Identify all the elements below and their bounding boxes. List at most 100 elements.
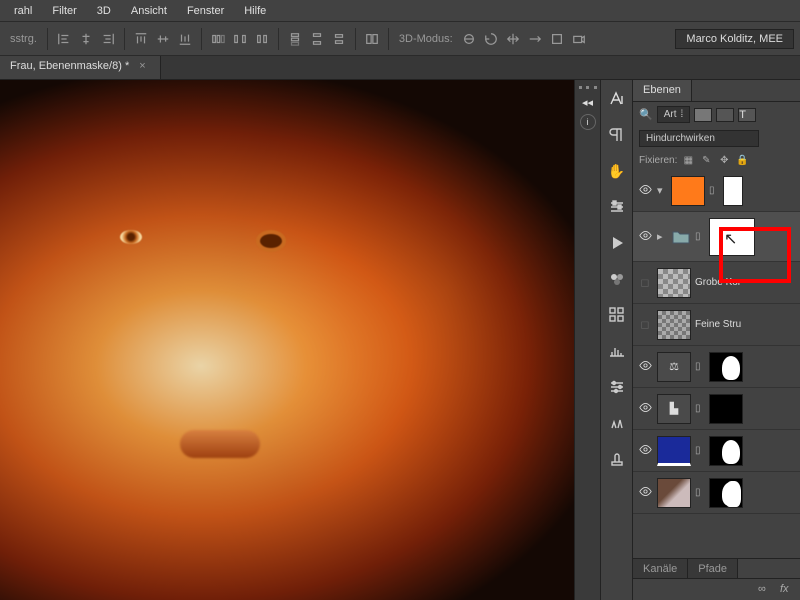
grid-icon[interactable] [606, 304, 628, 326]
histogram-icon[interactable] [606, 340, 628, 362]
menu-item[interactable]: rahl [4, 5, 42, 17]
distribute-v2-icon[interactable] [307, 29, 327, 49]
play-icon[interactable] [606, 232, 628, 254]
distribute-v-icon[interactable] [285, 29, 305, 49]
stamp-icon[interactable] [606, 448, 628, 470]
distribute-v3-icon[interactable] [329, 29, 349, 49]
filter-pixel-icon[interactable] [694, 108, 712, 122]
layer-mask-thumbnail[interactable]: ↖ [709, 218, 755, 256]
menu-item[interactable]: Ansicht [121, 5, 177, 17]
layer-thumbnail[interactable] [657, 436, 691, 466]
layer-mask-thumbnail[interactable] [709, 436, 743, 466]
document-tabs: Frau, Ebenenmaske/8) * [0, 56, 800, 80]
3d-rotate-icon[interactable] [481, 29, 501, 49]
layer-thumbnail[interactable] [657, 478, 691, 508]
layer-thumbnail[interactable] [657, 310, 691, 340]
user-badge[interactable]: Marco Kolditz, MEE [675, 29, 794, 49]
layer-row[interactable]: ▾ ▯ [633, 170, 800, 212]
fx-icon[interactable]: fx [780, 583, 794, 597]
filter-adjust-icon[interactable] [716, 108, 734, 122]
adjustment-thumbnail[interactable]: ⚖ [657, 352, 691, 382]
brushes-icon[interactable] [606, 412, 628, 434]
layer-mask-thumbnail[interactable] [723, 176, 743, 206]
menu-bar: rahl Filter 3D Ansicht Fenster Hilfe [0, 0, 800, 22]
expand-icon[interactable]: ▸ [657, 230, 667, 243]
swatches-icon[interactable] [606, 268, 628, 290]
distribute-h3-icon[interactable] [252, 29, 272, 49]
visibility-icon[interactable] [637, 443, 653, 459]
adjustment-thumbnail[interactable]: ▙ [657, 394, 691, 424]
layer-row[interactable]: ▯ [633, 430, 800, 472]
menu-item[interactable]: Fenster [177, 5, 234, 17]
3d-pan-icon[interactable] [503, 29, 523, 49]
hand-icon[interactable]: ✋ [606, 160, 628, 182]
visibility-icon[interactable] [637, 229, 653, 245]
align-center-h-icon[interactable] [76, 29, 96, 49]
info-icon[interactable]: i [580, 114, 596, 130]
adjust-icon[interactable] [606, 196, 628, 218]
align-center-v-icon[interactable] [153, 29, 173, 49]
align-bottom-icon[interactable] [175, 29, 195, 49]
tab-paths[interactable]: Pfade [688, 559, 738, 578]
layer-filter: 🔍 Art ⁞ T [633, 102, 800, 127]
tab-channels[interactable]: Kanäle [633, 559, 688, 578]
3d-slide-icon[interactable] [525, 29, 545, 49]
layer-row[interactable]: ▙ ▯ [633, 388, 800, 430]
layer-row[interactable]: ◻ Grobe Kor [633, 262, 800, 304]
menu-item[interactable]: 3D [87, 5, 121, 17]
visibility-icon[interactable] [637, 183, 653, 199]
layer-name[interactable]: Grobe Kor [695, 277, 741, 288]
separator [355, 28, 356, 50]
character-icon[interactable] [606, 88, 628, 110]
menu-item[interactable]: Filter [42, 5, 86, 17]
layer-thumbnail[interactable] [671, 176, 705, 206]
filter-kind-select[interactable]: Art ⁞ [657, 106, 691, 123]
collapsed-panel-strip[interactable]: ◂◂ i [574, 80, 600, 600]
auto-align-icon[interactable] [362, 29, 382, 49]
blend-mode-select[interactable]: Hindurchwirken [639, 130, 759, 147]
visibility-icon[interactable] [637, 359, 653, 375]
layer-thumbnail[interactable] [657, 268, 691, 298]
menu-item[interactable]: Hilfe [234, 5, 276, 17]
collapsed-tab-icon[interactable]: ◂◂ [578, 92, 598, 112]
tab-layers[interactable]: Ebenen [633, 80, 692, 101]
layer-mask-thumbnail[interactable] [709, 394, 743, 424]
sliders-icon[interactable] [606, 376, 628, 398]
separator [388, 28, 389, 50]
distribute-h2-icon[interactable] [230, 29, 250, 49]
expand-icon[interactable]: ▾ [657, 184, 667, 197]
align-top-icon[interactable] [131, 29, 151, 49]
canvas[interactable] [0, 80, 574, 600]
filter-type-icon[interactable]: T [738, 108, 756, 122]
visibility-icon[interactable] [637, 401, 653, 417]
layer-row[interactable]: ⚖ ▯ [633, 346, 800, 388]
layer-mask-thumbnail[interactable] [709, 352, 743, 382]
distribute-h-icon[interactable] [208, 29, 228, 49]
3d-camera-icon[interactable] [569, 29, 589, 49]
align-left-icon[interactable] [54, 29, 74, 49]
artwork-image [0, 80, 574, 600]
paragraph-icon[interactable] [606, 124, 628, 146]
lock-position-icon[interactable]: ✥ [717, 153, 731, 167]
lock-label: Fixieren: [639, 155, 677, 166]
link-icon: ▯ [695, 361, 705, 372]
lock-paint-icon[interactable]: ✎ [699, 153, 713, 167]
document-tab[interactable]: Frau, Ebenenmaske/8) * [0, 56, 161, 79]
layer-row[interactable]: ▯ [633, 472, 800, 514]
link-layers-icon[interactable]: ∞ [758, 583, 772, 597]
layer-mask-thumbnail[interactable] [709, 478, 743, 508]
lock-transparency-icon[interactable]: ▦ [681, 153, 695, 167]
separator [47, 28, 48, 50]
lock-row: Fixieren: ▦ ✎ ✥ 🔒 [633, 150, 800, 170]
visibility-off-icon[interactable]: ◻ [637, 276, 653, 289]
visibility-icon[interactable] [637, 485, 653, 501]
visibility-off-icon[interactable]: ◻ [637, 318, 653, 331]
3d-orbit-icon[interactable] [459, 29, 479, 49]
layer-row[interactable]: ◻ Feine Stru [633, 304, 800, 346]
lock-all-icon[interactable]: 🔒 [735, 153, 749, 167]
folder-icon[interactable] [671, 229, 691, 245]
align-right-icon[interactable] [98, 29, 118, 49]
layer-row[interactable]: ▸ ▯ ↖ [633, 212, 800, 262]
layer-name[interactable]: Feine Stru [695, 319, 741, 330]
3d-scale-icon[interactable] [547, 29, 567, 49]
